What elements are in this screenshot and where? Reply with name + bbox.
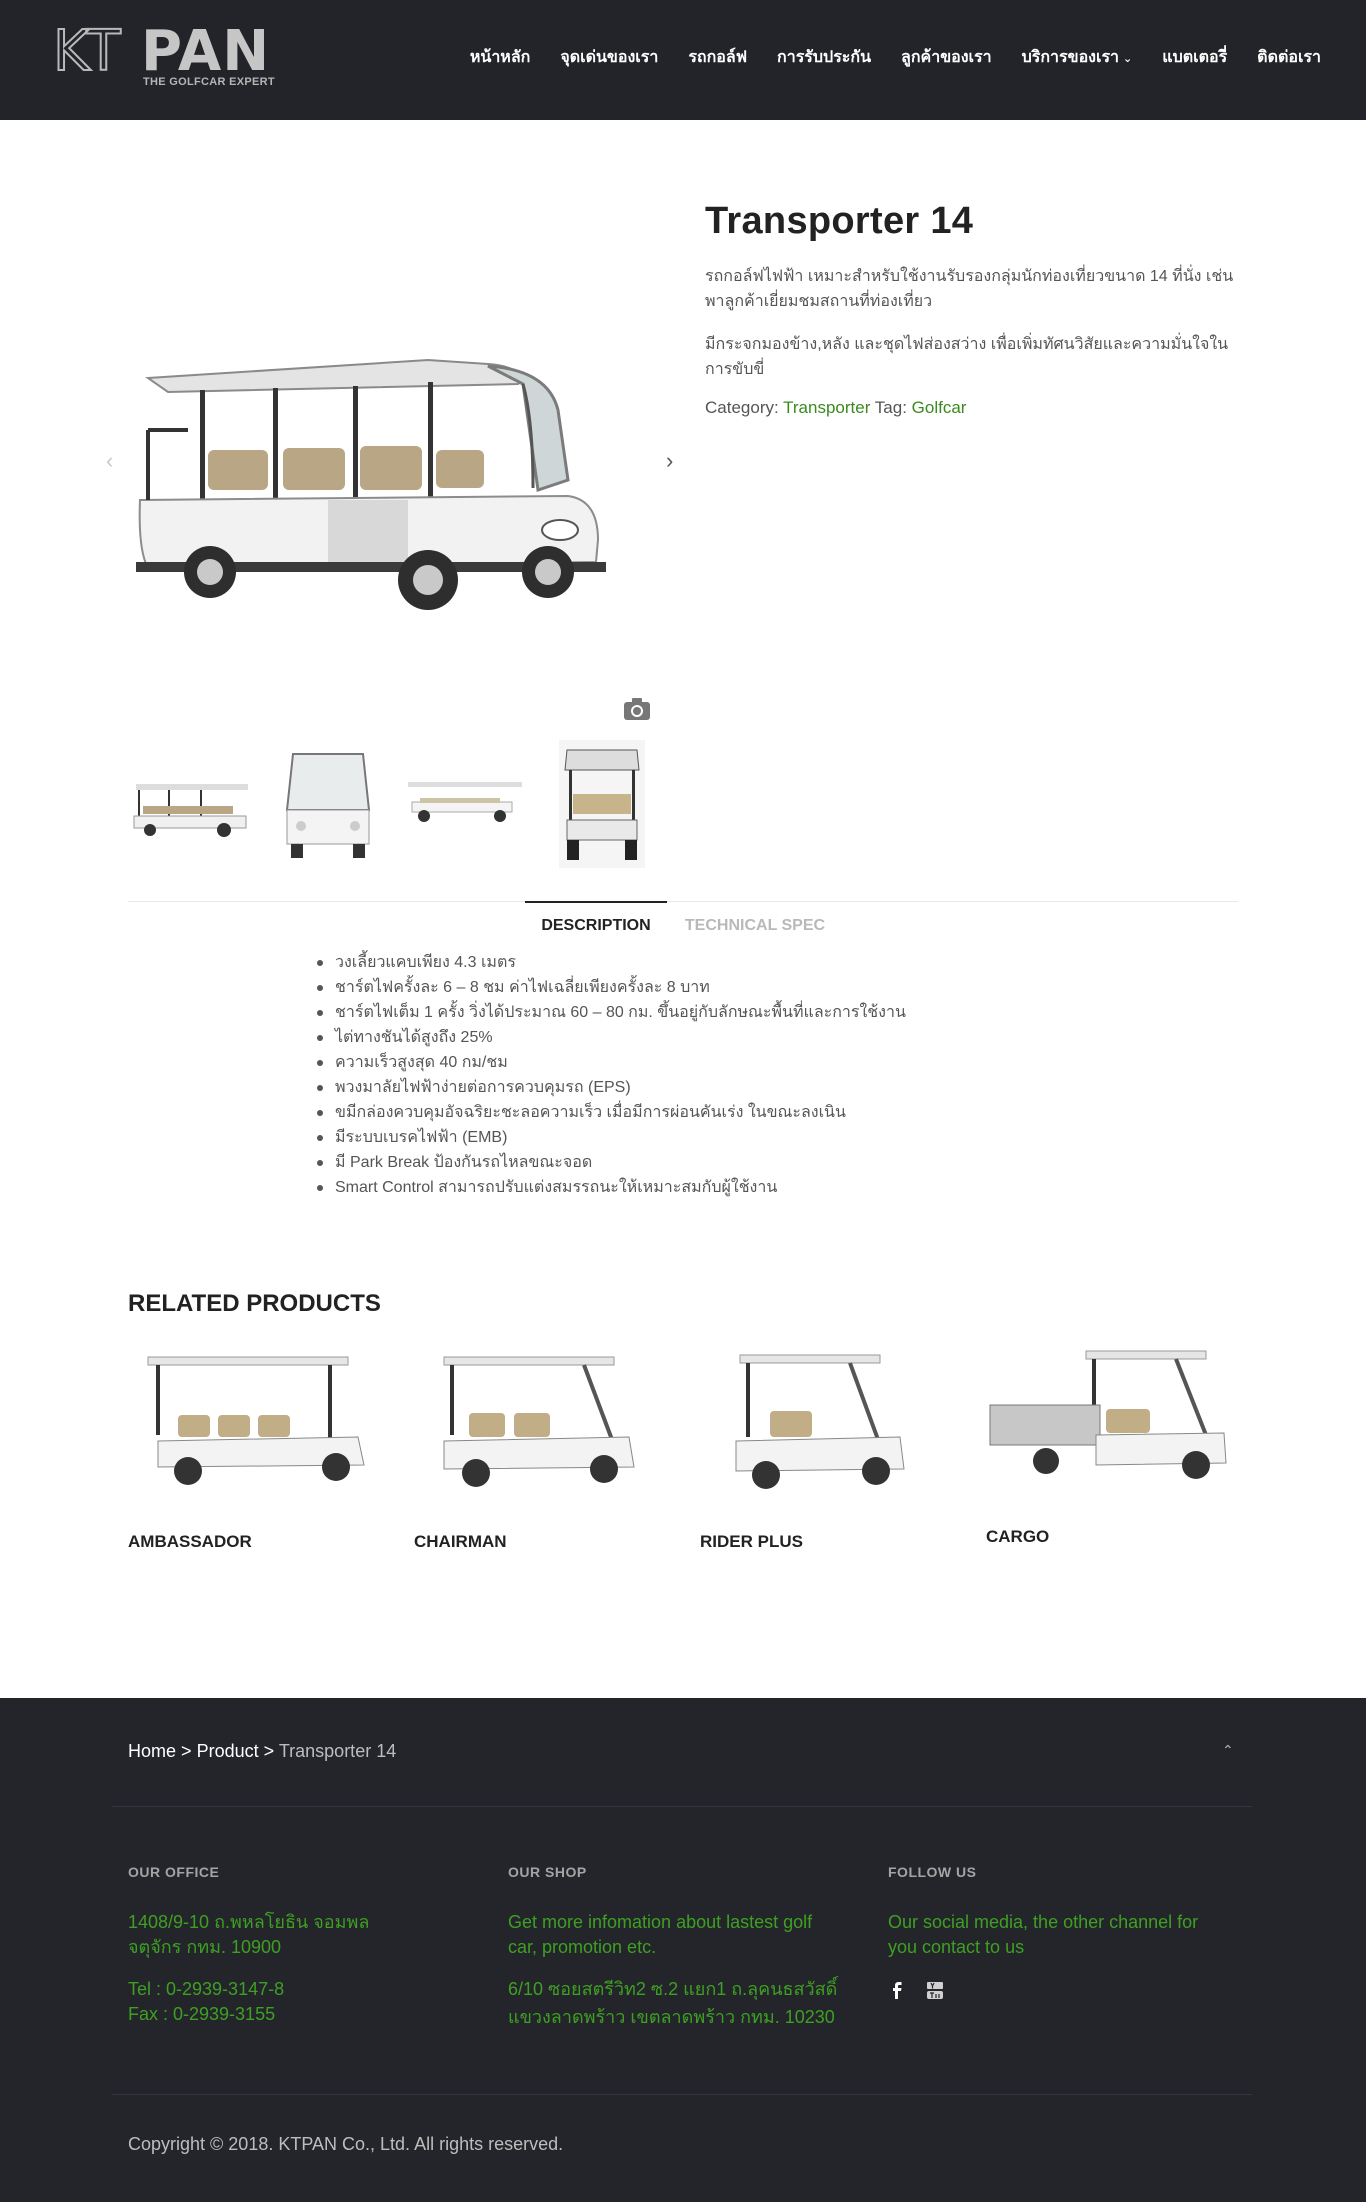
nav-contact[interactable]: ติดต่อเรา bbox=[1242, 46, 1336, 71]
related-product-image bbox=[443, 1356, 635, 1487]
nav-home[interactable]: หน้าหลัก bbox=[455, 46, 546, 71]
breadcrumb: Home > Product > Transporter 14 bbox=[128, 1741, 396, 1762]
product-description-2: มีกระจกมองข้าง,หลัง และชุดไฟส่องสว่าง เพ… bbox=[705, 336, 1229, 378]
breadcrumb-current: Transporter 14 bbox=[278, 1741, 397, 1761]
footer-office: OUR OFFICE 1408/9-10 ถ.พหลโยธิน จอมพล จต… bbox=[128, 1864, 369, 2027]
shop-text-line-2: car, promotion etc. bbox=[508, 1937, 657, 1957]
thumbnail-strip bbox=[128, 740, 648, 868]
logo-outline-text: KT bbox=[52, 19, 122, 84]
list-item: ความเร็วสูงสุด 40 กม/ชม bbox=[314, 1050, 906, 1075]
related-product-name[interactable]: AMBASSADOR bbox=[128, 1532, 252, 1552]
chevron-down-icon: ⌄ bbox=[1123, 53, 1133, 65]
product-meta: Category: Transporter Tag: Golfcar bbox=[705, 398, 966, 418]
tag-label: Tag: bbox=[874, 398, 907, 417]
related-product-name[interactable]: RIDER PLUS bbox=[700, 1532, 803, 1552]
list-item: ไต่ทางชันได้สูงถึง 25% bbox=[314, 1025, 906, 1050]
related-product-cargo[interactable]: CARGO bbox=[986, 1345, 1231, 1546]
office-fax: Fax : 0-2939-3155 bbox=[128, 2004, 276, 2024]
category-link[interactable]: Transporter bbox=[783, 398, 870, 417]
nav-battery[interactable]: แบตเตอรี่ bbox=[1147, 46, 1242, 71]
gallery-next-arrow-icon[interactable]: › bbox=[666, 450, 673, 472]
list-item: วงเลี้ยวแคบเพียง 4.3 เมตร bbox=[314, 950, 906, 975]
footer-divider bbox=[112, 2094, 1252, 2095]
nav-services[interactable]: บริการของเรา ⌄ bbox=[1007, 46, 1148, 71]
breadcrumb-product[interactable]: Product bbox=[197, 1741, 259, 1761]
follow-heading: FOLLOW US bbox=[888, 1864, 977, 1880]
shop-heading: OUR SHOP bbox=[508, 1864, 587, 1880]
nav-warranty[interactable]: การรับประกัน bbox=[762, 46, 886, 71]
camera-icon[interactable] bbox=[622, 696, 652, 722]
list-item: ชาร์ตไฟครั้งละ 6 – 8 ชม ค่าไฟเฉลี่ยเพียง… bbox=[314, 975, 906, 1000]
thumbnail-side-view-2[interactable] bbox=[402, 740, 527, 868]
category-label: Category: bbox=[705, 398, 779, 417]
main-nav: หน้าหลัก จุดเด่นของเรา รถกอล์ฟ การรับประ… bbox=[455, 46, 1336, 71]
related-product-image bbox=[989, 1350, 1227, 1479]
office-address-line-2: จตุจักร กทม. 10900 bbox=[128, 1937, 282, 1957]
related-product-rider-plus[interactable]: RIDER PLUS bbox=[700, 1345, 945, 1551]
thumbnail-rear-view[interactable] bbox=[539, 740, 664, 868]
shop-text-line-1: Get more infomation about lastest golf bbox=[508, 1912, 813, 1932]
office-heading: OUR OFFICE bbox=[128, 1864, 220, 1880]
copyright: Copyright © 2018. KTPAN Co., Ltd. All ri… bbox=[128, 2134, 564, 2154]
social-links bbox=[888, 1980, 1198, 2000]
related-product-name[interactable]: CHAIRMAN bbox=[414, 1532, 507, 1552]
nav-customers[interactable]: ลูกค้าของเรา bbox=[886, 46, 1007, 71]
nav-highlights[interactable]: จุดเด่นของเรา bbox=[545, 46, 673, 71]
nav-golfcar[interactable]: รถกอล์ฟ bbox=[673, 46, 762, 71]
follow-text-line-2: you contact to us bbox=[888, 1937, 1025, 1957]
list-item: ขมีกล่องควบคุมอัจฉริยะชะลอความเร็ว เมื่อ… bbox=[314, 1100, 906, 1125]
office-address-line-1: 1408/9-10 ถ.พหลโยธิน จอมพล bbox=[128, 1912, 370, 1932]
tab-description[interactable]: DESCRIPTION bbox=[525, 901, 667, 947]
tabs-divider bbox=[128, 901, 1238, 902]
thumbnail-front-view[interactable] bbox=[265, 740, 390, 868]
thumbnail-side-view[interactable] bbox=[128, 740, 253, 868]
product-description-1: รถกอล์ฟไฟฟ้า เหมาะสำหรับใช้งานรับรองกลุ่… bbox=[705, 268, 1234, 310]
related-product-name[interactable]: CARGO bbox=[986, 1527, 1049, 1547]
logo-tagline: THE GOLFCAR EXPERT bbox=[143, 76, 275, 88]
office-tel: Tel : 0-2939-3147-8 bbox=[128, 1979, 285, 1999]
tab-technical-spec[interactable]: TECHNICAL SPEC bbox=[680, 903, 830, 949]
list-item: ชาร์ตไฟเต็ม 1 ครั้ง วิ่งได้ประมาณ 60 – 8… bbox=[314, 1000, 906, 1025]
footer-divider bbox=[112, 1806, 1252, 1807]
tag-link[interactable]: Golfcar bbox=[912, 398, 967, 417]
shop-address-line-1: 6/10 ซอยสตรีวิท2 ซ.2 แยก1 ถ.ลุคนธสวัสดิ์ bbox=[508, 1979, 838, 1999]
product-title: Transporter 14 bbox=[705, 200, 974, 242]
chevron-up-icon[interactable]: ⌃ bbox=[1222, 1742, 1234, 1759]
nav-services-label: บริการของเรา bbox=[1021, 49, 1120, 66]
site-header: KT PAN THE GOLFCAR EXPERT หน้าหลัก จุดเด… bbox=[0, 0, 1366, 120]
breadcrumb-separator: > bbox=[263, 1741, 275, 1761]
site-footer: Home > Product > Transporter 14 ⌃ OUR OF… bbox=[0, 1698, 1366, 2202]
youtube-icon[interactable] bbox=[926, 1980, 944, 2000]
related-products-heading: RELATED PRODUCTS bbox=[128, 1290, 381, 1317]
footer-shop: OUR SHOP Get more infomation about laste… bbox=[508, 1864, 837, 2030]
list-item: พวงมาลัยไฟฟ้าง่ายต่อการควบคุมรถ (EPS) bbox=[314, 1075, 906, 1100]
logo-bold-text: PAN bbox=[141, 19, 271, 84]
related-product-image bbox=[147, 1356, 365, 1485]
related-product-chairman[interactable]: CHAIRMAN bbox=[414, 1345, 659, 1551]
ktpan-logo[interactable]: KT PAN THE GOLFCAR EXPERT bbox=[52, 23, 275, 92]
product-main-image[interactable] bbox=[128, 300, 668, 630]
list-item: Smart Control สามารถปรับแต่งสมรรถนะให้เห… bbox=[314, 1175, 906, 1200]
list-item: มี Park Break ป้องกันรถไหลขณะจอด bbox=[314, 1150, 906, 1175]
breadcrumb-home[interactable]: Home bbox=[128, 1741, 176, 1761]
feature-list: วงเลี้ยวแคบเพียง 4.3 เมตร ชาร์ตไฟครั้งละ… bbox=[314, 950, 906, 1200]
breadcrumb-separator: > bbox=[181, 1741, 192, 1761]
related-product-image bbox=[735, 1354, 905, 1489]
shop-address-line-2: แขวงลาดพร้าว เขตลาดพร้าว กทม. 10230 bbox=[508, 2007, 835, 2027]
footer-follow: FOLLOW US Our social media, the other ch… bbox=[888, 1864, 1198, 2000]
related-product-ambassador[interactable]: AMBASSADOR bbox=[128, 1345, 373, 1551]
facebook-icon[interactable] bbox=[888, 1980, 906, 2000]
gallery-prev-arrow-icon[interactable]: ‹ bbox=[106, 450, 113, 472]
follow-text-line-1: Our social media, the other channel for bbox=[888, 1912, 1199, 1932]
list-item: มีระบบเบรคไฟฟ้า (EMB) bbox=[314, 1125, 906, 1150]
